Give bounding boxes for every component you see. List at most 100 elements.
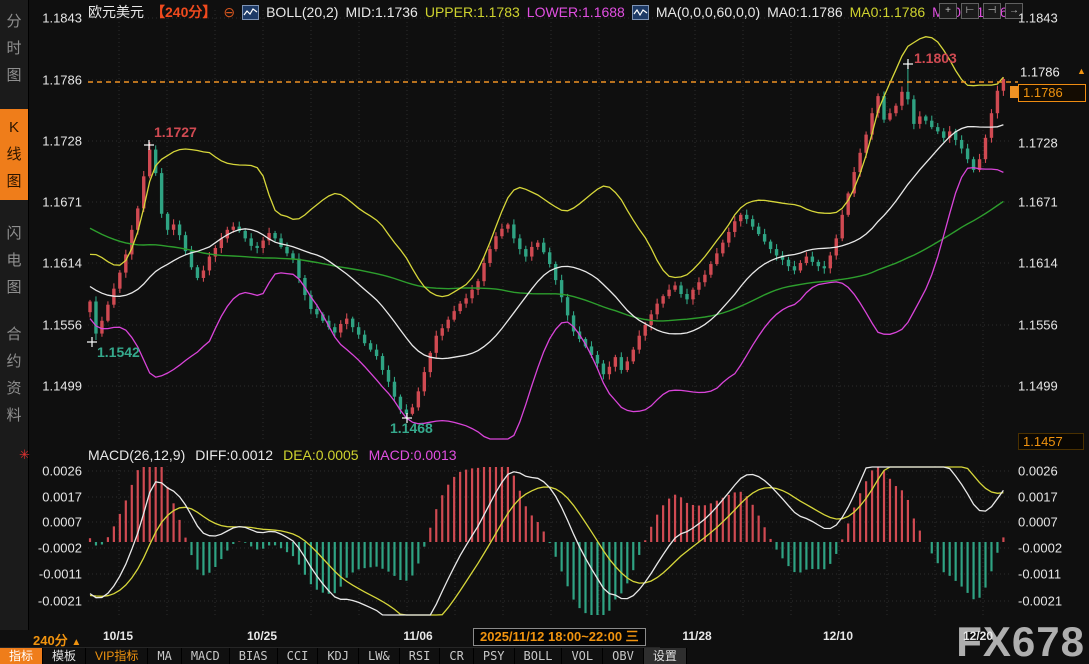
crosshair-button[interactable]: +: [939, 3, 957, 19]
toolbar-item-CR[interactable]: CR: [440, 648, 473, 664]
price-annotation: 1.1803: [914, 50, 957, 66]
x-axis-tick-11-28: 11/28: [682, 629, 711, 643]
y-axis-left-label: 1.1556: [32, 318, 82, 333]
footer-period-text: 240分: [33, 633, 68, 648]
macd-axis-right-label: 0.0017: [1018, 490, 1058, 505]
toolbar-item-VOL[interactable]: VOL: [562, 648, 603, 664]
price-up-arrow-icon: ▲: [1077, 66, 1086, 76]
x-axis-tick-10-25: 10/25: [247, 629, 277, 643]
current-price-box: 1.1786: [1018, 84, 1086, 102]
toolbar-item-LW&[interactable]: LW&: [359, 648, 400, 664]
macd-axis-right-label: 0.0026: [1018, 464, 1058, 479]
sidebar-tab-char: 电: [0, 247, 28, 274]
macd-axis-left-label: -0.0011: [32, 567, 82, 582]
x-axis-tick-10-15: 10/15: [103, 629, 133, 643]
macd-axis-right-label: -0.0021: [1018, 594, 1062, 609]
macd-header: MACD(26,12,9) DIFF:0.0012 DEA:0.0005 MAC…: [88, 447, 457, 463]
y-axis-left-label: 1.1614: [32, 256, 82, 271]
sidebar-tab-char: 资: [0, 375, 28, 402]
toolbar-item-指标[interactable]: 指标: [0, 648, 43, 664]
sidebar-tab-char: 合: [0, 321, 28, 348]
toolbar-item-OBV[interactable]: OBV: [603, 648, 644, 664]
toolbar-item-MA[interactable]: MA: [148, 648, 181, 664]
left-sidebar: 分时图K线图闪电图合约资料: [0, 0, 29, 630]
sidebar-tab-闪电图[interactable]: 闪电图: [0, 220, 28, 301]
toolbar-item-BIAS[interactable]: BIAS: [230, 648, 278, 664]
macd-axis-left-label: 0.0026: [32, 464, 82, 479]
x-axis-tick-11-06: 11/06: [403, 629, 432, 643]
ma0-value-1: MA0:1.1786: [767, 4, 843, 20]
macd-axis-right-label: -0.0002: [1018, 541, 1062, 556]
macd-axis-right-label: -0.0011: [1018, 567, 1061, 582]
toolbar-item-设置[interactable]: 设置: [644, 648, 687, 664]
price-annotation: 1.1542: [97, 344, 140, 360]
pan-left-button[interactable]: ⊢: [961, 3, 979, 19]
kline-macd-chart[interactable]: [0, 0, 1089, 664]
y-axis-right-label: 1.1556: [1018, 318, 1058, 333]
macd-axis-left-label: -0.0002: [32, 541, 82, 556]
macd-dea-value: DEA:0.0005: [283, 447, 359, 463]
y-axis-right-label: 1.1843: [1018, 11, 1058, 26]
boll-lower-value: LOWER:1.1688: [527, 4, 625, 20]
macd-label: MACD(26,12,9): [88, 447, 185, 463]
price-annotation: 1.1727: [154, 124, 197, 140]
sidebar-tab-合约资料[interactable]: 合约资料: [0, 321, 28, 429]
boll-label: BOLL(20,2): [266, 4, 338, 20]
ma-label: MA(0,0,0,60,0,0): [656, 4, 760, 20]
trading-app-window: 分时图K线图闪电图合约资料 欧元美元 【240分】 ⊖ BOLL(20,2) M…: [0, 0, 1089, 664]
sidebar-tab-char: 线: [0, 141, 28, 168]
macd-axis-left-label: 0.0017: [32, 490, 82, 505]
crosshair-date-box: 2025/11/12 18:00~22:00 三: [473, 628, 646, 646]
sidebar-tab-char: 约: [0, 348, 28, 375]
ma-indicator-icon[interactable]: [632, 5, 649, 20]
sidebar-tab-分时图[interactable]: 分时图: [0, 8, 28, 89]
y-axis-left-label: 1.1843: [32, 11, 82, 26]
collapse-circle-icon[interactable]: ⊖: [223, 4, 235, 21]
chart-header: 欧元美元 【240分】 ⊖ BOLL(20,2) MID:1.1736 UPPE…: [88, 3, 1008, 21]
toolbar-item-RSI[interactable]: RSI: [400, 648, 441, 664]
y-axis-left-label: 1.1671: [32, 195, 82, 210]
boll-indicator-icon[interactable]: [242, 5, 259, 20]
macd-diff-value: DIFF:0.0012: [195, 447, 273, 463]
toolbar-item-MACD[interactable]: MACD: [182, 648, 230, 664]
y-axis-right-label: 1.1728: [1018, 136, 1058, 151]
macd-axis-right-label: 0.0007: [1018, 515, 1058, 530]
indicator-star-icon[interactable]: ✳: [19, 447, 30, 463]
macd-axis-left-label: -0.0021: [32, 594, 82, 609]
sidebar-tab-char: K: [0, 114, 28, 141]
ma0-value-2: MA0:1.1786: [850, 4, 926, 20]
period-badge[interactable]: 【240分】: [151, 2, 216, 22]
boll-upper-value: UPPER:1.1783: [425, 4, 520, 20]
y-axis-right-label: 1.1499: [1018, 379, 1058, 394]
symbol-name: 欧元美元: [88, 2, 144, 22]
toolbar-item-模板[interactable]: 模板: [43, 648, 86, 664]
toolbar-item-CCI[interactable]: CCI: [278, 648, 319, 664]
y-axis-left-label: 1.1499: [32, 379, 82, 394]
sidebar-tab-char: 图: [0, 274, 28, 301]
sidebar-tab-char: 图: [0, 168, 28, 195]
toolbar-item-PSY[interactable]: PSY: [474, 648, 515, 664]
sidebar-tab-K线图[interactable]: K线图: [0, 109, 28, 200]
indicator-toolbar: 指标模板VIP指标MAMACDBIASCCIKDJLW&RSICRPSYBOLL…: [0, 647, 660, 664]
sidebar-tab-char: 时: [0, 35, 28, 62]
y-axis-left-label: 1.1728: [32, 134, 82, 149]
last-price-label: 1.1786: [1020, 65, 1060, 80]
macd-macd-value: MACD:0.0013: [369, 447, 457, 463]
sidebar-tab-char: 料: [0, 402, 28, 429]
macd-axis-left-label: 0.0007: [32, 515, 82, 530]
chart-toolbar-buttons: +⊢⊣→: [939, 3, 1023, 19]
price-annotation: 1.1468: [390, 420, 433, 436]
toolbar-item-VIP指标[interactable]: VIP指标: [86, 648, 148, 664]
boll-mid-value: MID:1.1736: [345, 4, 417, 20]
y-axis-right-label: 1.1671: [1018, 195, 1058, 210]
range-low-price-box: 1.1457: [1018, 433, 1084, 450]
y-axis-left-label: 1.1786: [32, 73, 82, 88]
x-axis-tick-12-10: 12/10: [823, 629, 853, 643]
sidebar-tab-char: 分: [0, 8, 28, 35]
toolbar-item-KDJ[interactable]: KDJ: [318, 648, 359, 664]
toolbar-item-BOLL[interactable]: BOLL: [515, 648, 563, 664]
x-axis-tick-12-20: 12/20: [963, 629, 993, 643]
pan-right-button[interactable]: ⊣: [983, 3, 1001, 19]
sidebar-tab-char: 闪: [0, 220, 28, 247]
sidebar-tab-char: 图: [0, 62, 28, 89]
